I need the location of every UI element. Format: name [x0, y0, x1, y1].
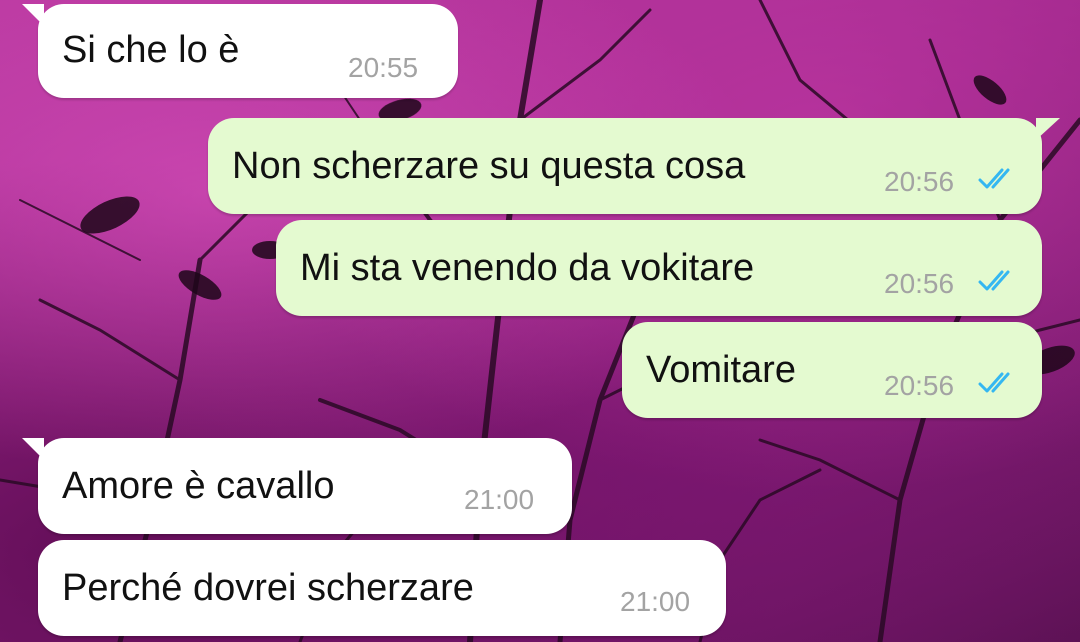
message-timestamp: 20:56 [884, 370, 955, 401]
message-text: Non scherzare su questa cosa [232, 145, 746, 187]
message-timestamp: 20:56 [884, 268, 955, 299]
bubble-tail [22, 438, 44, 460]
message-text: Perché dovrei scherzare [62, 567, 474, 609]
message-timestamp: 20:55 [348, 52, 419, 83]
double-check-icon [978, 372, 1010, 393]
message-bubble-outgoing[interactable]: Vomitare 20:56 [622, 322, 1042, 418]
message-text: Mi sta venendo da vokitare [300, 247, 755, 289]
message-bubble-incoming[interactable]: Si che lo è 20:55 [38, 4, 458, 98]
message-text: Si che lo è [62, 29, 240, 71]
message-bubble-outgoing[interactable]: Non scherzare su questa cosa 20:56 [208, 118, 1042, 214]
message-bubble-incoming[interactable]: Amore è cavallo 21:00 [38, 438, 572, 534]
double-check-icon [978, 168, 1010, 189]
bubble-tail [1036, 118, 1060, 140]
message-bubble-outgoing[interactable]: Mi sta venendo da vokitare 20:56 [276, 220, 1042, 316]
double-check-icon [978, 270, 1010, 291]
message-bubble-incoming[interactable]: Perché dovrei scherzare 21:00 [38, 540, 726, 636]
message-text: Vomitare [646, 349, 796, 391]
message-timestamp: 21:00 [620, 586, 691, 617]
message-timestamp: 20:56 [884, 166, 955, 197]
bubble-tail [22, 4, 44, 26]
message-text: Amore è cavallo [62, 465, 335, 507]
message-timestamp: 21:00 [464, 484, 535, 515]
